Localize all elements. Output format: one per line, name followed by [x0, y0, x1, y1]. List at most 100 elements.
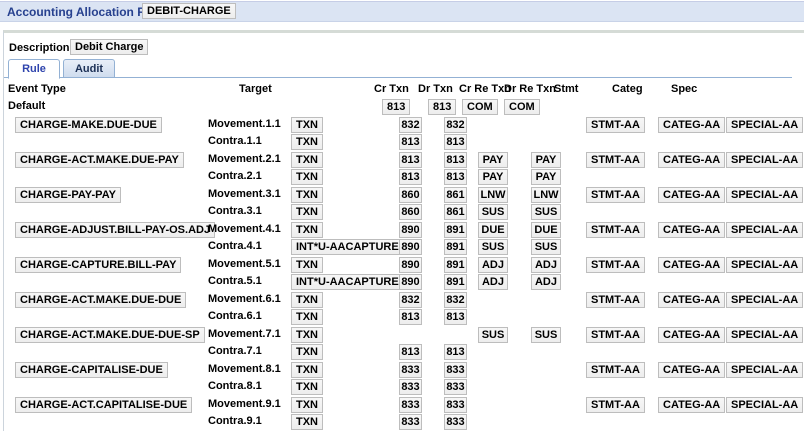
categ-field[interactable]: CATEG-AA — [658, 362, 725, 378]
stmt-field[interactable]: STMT-AA — [586, 327, 645, 343]
categ-field[interactable]: CATEG-AA — [658, 327, 725, 343]
event-type-field[interactable]: CHARGE-ADJUST.BILL-PAY-OS.ADJ — [15, 222, 215, 238]
spec-field[interactable]: SPECIAL-AA — [726, 257, 803, 273]
stmt-field[interactable]: STMT-AA — [586, 257, 645, 273]
categ-field[interactable]: CATEG-AA — [658, 222, 725, 238]
target-txn-field[interactable]: TXN — [291, 327, 323, 343]
categ-field[interactable]: CATEG-AA — [658, 257, 725, 273]
dr-txn-field[interactable]: 813 — [444, 134, 467, 150]
event-type-field[interactable]: CHARGE-CAPTURE.BILL-PAY — [15, 257, 181, 273]
cr-txn-field[interactable]: 833 — [399, 397, 422, 413]
spec-field[interactable]: SPECIAL-AA — [726, 152, 803, 168]
event-type-field[interactable]: CHARGE-MAKE.DUE-DUE — [15, 117, 162, 133]
cr-re-txn-field[interactable]: PAY — [478, 152, 508, 168]
target-txn-field[interactable]: TXN — [291, 414, 323, 430]
cr-txn-field[interactable]: 832 — [399, 292, 422, 308]
stmt-field[interactable]: STMT-AA — [586, 397, 645, 413]
cr-re-txn-field[interactable]: COM — [462, 99, 498, 115]
cr-txn-field[interactable]: 890 — [399, 274, 422, 290]
dr-txn-field[interactable]: 813 — [444, 309, 467, 325]
target-txn-field[interactable]: TXN — [291, 204, 323, 220]
spec-field[interactable]: SPECIAL-AA — [726, 397, 803, 413]
event-type-field[interactable]: CHARGE-ACT.MAKE.DUE-DUE — [15, 292, 186, 308]
target-txn-field[interactable]: TXN — [291, 134, 323, 150]
dr-txn-field[interactable]: 832 — [444, 292, 467, 308]
target-txn-field[interactable]: TXN — [291, 169, 323, 185]
spec-field[interactable]: SPECIAL-AA — [726, 222, 803, 238]
target-txn-field[interactable]: INT*U-AACAPTURE — [291, 274, 404, 290]
dr-re-txn-field[interactable]: ADJ — [531, 257, 561, 273]
dr-re-txn-field[interactable]: ADJ — [531, 274, 561, 290]
dr-txn-field[interactable]: 813 — [444, 169, 467, 185]
cr-txn-field[interactable]: 860 — [399, 187, 422, 203]
cr-txn-field[interactable]: 890 — [399, 222, 422, 238]
categ-field[interactable]: CATEG-AA — [658, 117, 725, 133]
stmt-field[interactable]: STMT-AA — [586, 222, 645, 238]
event-type-field[interactable]: CHARGE-PAY-PAY — [15, 187, 121, 203]
cr-re-txn-field[interactable]: SUS — [478, 327, 508, 343]
stmt-field[interactable]: STMT-AA — [586, 292, 645, 308]
event-type-field[interactable]: CHARGE-ACT.MAKE.DUE-DUE-SP — [15, 327, 205, 343]
target-txn-field[interactable]: TXN — [291, 257, 323, 273]
target-txn-field[interactable]: TXN — [291, 362, 323, 378]
dr-txn-field[interactable]: 833 — [444, 379, 467, 395]
cr-txn-field[interactable]: 832 — [399, 117, 422, 133]
dr-re-txn-field[interactable]: PAY — [531, 169, 561, 185]
spec-field[interactable]: SPECIAL-AA — [726, 117, 803, 133]
tab-rule[interactable]: Rule — [8, 59, 60, 79]
target-txn-field[interactable]: TXN — [291, 309, 323, 325]
cr-txn-field[interactable]: 833 — [399, 414, 422, 430]
categ-field[interactable]: CATEG-AA — [658, 292, 725, 308]
stmt-field[interactable]: STMT-AA — [586, 117, 645, 133]
cr-txn-field[interactable]: 813 — [399, 344, 422, 360]
cr-txn-field[interactable]: 890 — [399, 239, 422, 255]
dr-re-txn-field[interactable]: SUS — [531, 239, 561, 255]
event-type-field[interactable]: CHARGE-ACT.CAPITALISE-DUE — [15, 397, 192, 413]
categ-field[interactable]: CATEG-AA — [658, 397, 725, 413]
cr-txn-field[interactable]: 890 — [399, 257, 422, 273]
cr-re-txn-field[interactable]: SUS — [478, 204, 508, 220]
cr-re-txn-field[interactable]: DUE — [478, 222, 508, 238]
record-id-field[interactable]: DEBIT-CHARGE — [142, 3, 236, 19]
spec-field[interactable]: SPECIAL-AA — [726, 292, 803, 308]
dr-re-txn-field[interactable]: SUS — [531, 327, 561, 343]
spec-field[interactable]: SPECIAL-AA — [726, 327, 803, 343]
cr-txn-field[interactable]: 813 — [399, 152, 422, 168]
target-txn-field[interactable]: TXN — [291, 222, 323, 238]
dr-txn-field[interactable]: 861 — [444, 187, 467, 203]
target-txn-field[interactable]: TXN — [291, 187, 323, 203]
event-type-field[interactable]: CHARGE-CAPITALISE-DUE — [15, 362, 168, 378]
cr-re-txn-field[interactable]: SUS — [478, 239, 508, 255]
cr-txn-field[interactable]: 833 — [399, 362, 422, 378]
dr-txn-field[interactable]: 833 — [444, 362, 467, 378]
dr-txn-field[interactable]: 861 — [444, 204, 467, 220]
cr-txn-field[interactable]: 813 — [399, 309, 422, 325]
dr-txn-field[interactable]: 891 — [444, 257, 467, 273]
cr-re-txn-field[interactable]: PAY — [478, 169, 508, 185]
spec-field[interactable]: SPECIAL-AA — [726, 362, 803, 378]
dr-re-txn-field[interactable]: DUE — [531, 222, 561, 238]
target-txn-field[interactable]: TXN — [291, 344, 323, 360]
dr-txn-field[interactable]: 813 — [444, 152, 467, 168]
dr-txn-field[interactable]: 891 — [444, 239, 467, 255]
target-txn-field[interactable]: TXN — [291, 292, 323, 308]
dr-re-txn-field[interactable]: SUS — [531, 204, 561, 220]
dr-txn-field[interactable]: 833 — [444, 414, 467, 430]
dr-re-txn-field[interactable]: COM — [504, 99, 540, 115]
target-txn-field[interactable]: TXN — [291, 152, 323, 168]
target-txn-field[interactable]: TXN — [291, 397, 323, 413]
event-type-field[interactable]: CHARGE-ACT.MAKE.DUE-PAY — [15, 152, 184, 168]
stmt-field[interactable]: STMT-AA — [586, 187, 645, 203]
cr-txn-field[interactable]: 860 — [399, 204, 422, 220]
stmt-field[interactable]: STMT-AA — [586, 362, 645, 378]
target-txn-field[interactable]: INT*U-AACAPTURE — [291, 239, 404, 255]
categ-field[interactable]: CATEG-AA — [658, 187, 725, 203]
cr-txn-field[interactable]: 813 — [382, 99, 410, 115]
dr-re-txn-field[interactable]: LNW — [531, 187, 561, 203]
cr-re-txn-field[interactable]: ADJ — [478, 274, 508, 290]
cr-txn-field[interactable]: 833 — [399, 379, 422, 395]
cr-re-txn-field[interactable]: ADJ — [478, 257, 508, 273]
target-txn-field[interactable]: TXN — [291, 117, 323, 133]
dr-re-txn-field[interactable]: PAY — [531, 152, 561, 168]
spec-field[interactable]: SPECIAL-AA — [726, 187, 803, 203]
